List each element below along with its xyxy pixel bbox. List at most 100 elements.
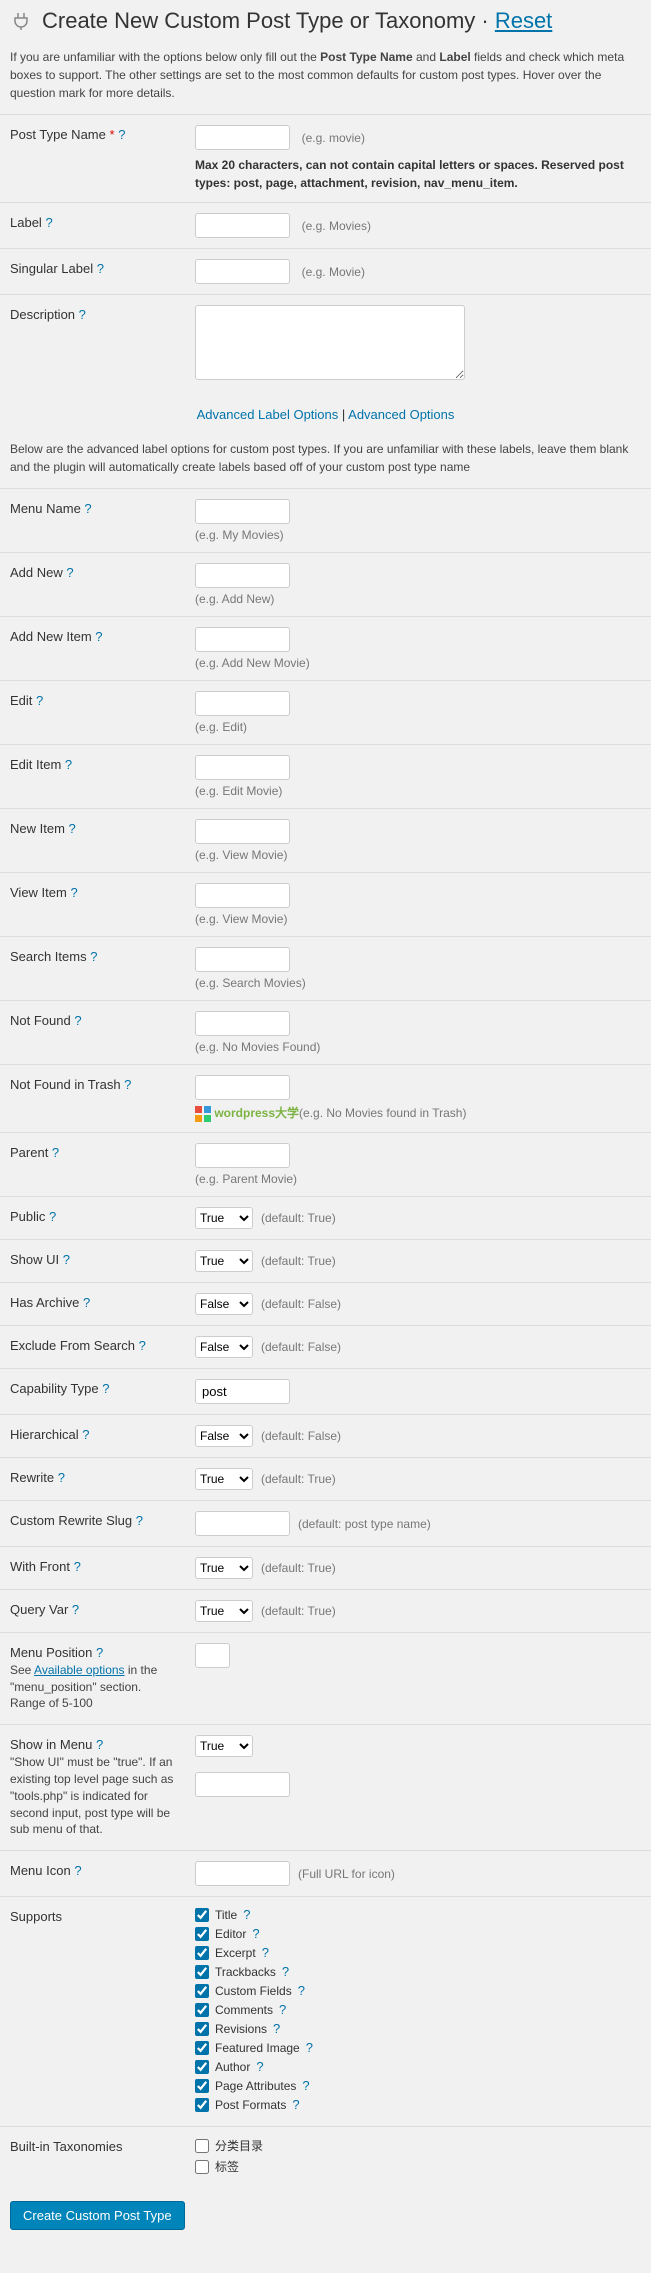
help-icon[interactable]: ? <box>306 2040 313 2055</box>
help-icon[interactable]: ? <box>298 1983 305 1998</box>
custom-rewrite-input[interactable] <box>195 1511 290 1536</box>
adv-options-link[interactable]: Advanced Options <box>348 407 454 422</box>
help-icon[interactable]: ? <box>72 1602 79 1617</box>
help-icon[interactable]: ? <box>74 1559 81 1574</box>
help-icon[interactable]: ? <box>45 215 52 230</box>
help-icon[interactable]: ? <box>69 821 76 836</box>
help-icon[interactable]: ? <box>96 1645 103 1660</box>
support-editor-label: Editor <box>215 1927 246 1941</box>
support-revisions-checkbox[interactable] <box>195 2022 209 2036</box>
adv-label-link[interactable]: Advanced Label Options <box>197 407 339 422</box>
new_item-input[interactable] <box>195 819 290 844</box>
support-post_formats-checkbox[interactable] <box>195 2098 209 2112</box>
menu-position-input[interactable] <box>195 1643 230 1668</box>
help-icon[interactable]: ? <box>124 1077 131 1092</box>
rewrite-select[interactable]: True <box>195 1468 253 1490</box>
add_new_item-label: Add New Item ? <box>0 617 185 681</box>
capability-type-input[interactable] <box>195 1379 290 1404</box>
public-select[interactable]: True <box>195 1207 253 1229</box>
hierarchical-select[interactable]: False <box>195 1425 253 1447</box>
show-in-menu-select[interactable]: True <box>195 1735 253 1757</box>
support-custom_fields-checkbox[interactable] <box>195 1984 209 1998</box>
query-var-select[interactable]: True <box>195 1600 253 1622</box>
help-icon[interactable]: ? <box>74 1863 81 1878</box>
basic-fields-table: Post Type Name * ? (e.g. movie) Max 20 c… <box>0 114 651 393</box>
help-icon[interactable]: ? <box>139 1338 146 1353</box>
help-icon[interactable]: ? <box>97 261 104 276</box>
support-page_attributes-checkbox[interactable] <box>195 2079 209 2093</box>
post-type-name-input[interactable] <box>195 125 290 150</box>
help-icon[interactable]: ? <box>243 1907 250 1922</box>
help-icon[interactable]: ? <box>302 2078 309 2093</box>
support-excerpt-checkbox[interactable] <box>195 1946 209 1960</box>
exclude-search-select[interactable]: False <box>195 1336 253 1358</box>
help-icon[interactable]: ? <box>273 2021 280 2036</box>
support-trackbacks-checkbox[interactable] <box>195 1965 209 1979</box>
support-comments-checkbox[interactable] <box>195 2003 209 2017</box>
edit_item-input[interactable] <box>195 755 290 780</box>
add_new_item-input[interactable] <box>195 627 290 652</box>
description-label: Description ? <box>0 295 185 394</box>
page-title: Create New Custom Post Type or Taxonomy … <box>42 8 552 34</box>
help-icon[interactable]: ? <box>79 307 86 322</box>
label-input[interactable] <box>195 213 290 238</box>
help-icon[interactable]: ? <box>252 1926 259 1941</box>
menu-icon-input[interactable] <box>195 1861 290 1886</box>
support-title-checkbox[interactable] <box>195 1908 209 1922</box>
reset-link[interactable]: Reset <box>495 8 552 33</box>
support-featured_image-checkbox[interactable] <box>195 2041 209 2055</box>
help-icon[interactable]: ? <box>63 1252 70 1267</box>
help-icon[interactable]: ? <box>58 1470 65 1485</box>
show-in-menu-input[interactable] <box>195 1772 290 1797</box>
menu-icon-label: Menu Icon ? <box>0 1851 185 1897</box>
singular-label-input[interactable] <box>195 259 290 284</box>
edit-input[interactable] <box>195 691 290 716</box>
available-options-link[interactable]: Available options <box>34 1663 125 1677</box>
parent-input[interactable] <box>195 1143 290 1168</box>
help-icon[interactable]: ? <box>262 1945 269 1960</box>
support-featured_image-label: Featured Image <box>215 2041 300 2055</box>
support-excerpt-label: Excerpt <box>215 1946 256 1960</box>
with-front-select[interactable]: True <box>195 1557 253 1579</box>
tax-tags-checkbox[interactable] <box>195 2160 209 2174</box>
hint-text: (e.g. Parent Movie) <box>195 1172 641 1186</box>
help-icon[interactable]: ? <box>65 757 72 772</box>
help-icon[interactable]: ? <box>95 629 102 644</box>
help-icon[interactable]: ? <box>36 693 43 708</box>
create-button[interactable]: Create Custom Post Type <box>10 2201 185 2230</box>
description-input[interactable] <box>195 305 465 380</box>
help-icon[interactable]: ? <box>70 885 77 900</box>
help-icon[interactable]: ? <box>83 1295 90 1310</box>
not_found-input[interactable] <box>195 1011 290 1036</box>
hint-text: wordpress大学(e.g. No Movies found in Tras… <box>195 1104 641 1122</box>
help-icon[interactable]: ? <box>82 1427 89 1442</box>
show-ui-select[interactable]: True <box>195 1250 253 1272</box>
singular-label-label: Singular Label ? <box>0 249 185 295</box>
help-icon[interactable]: ? <box>96 1737 103 1752</box>
tax-categories-checkbox[interactable] <box>195 2139 209 2153</box>
support-editor-checkbox[interactable] <box>195 1927 209 1941</box>
help-icon[interactable]: ? <box>102 1381 109 1396</box>
support-author-checkbox[interactable] <box>195 2060 209 2074</box>
has-archive-select[interactable]: False <box>195 1293 253 1315</box>
help-icon[interactable]: ? <box>90 949 97 964</box>
add_new-input[interactable] <box>195 563 290 588</box>
search_items-input[interactable] <box>195 947 290 972</box>
help-icon[interactable]: ? <box>84 501 91 516</box>
help-icon[interactable]: ? <box>292 2097 299 2112</box>
help-icon[interactable]: ? <box>66 565 73 580</box>
supports-label: Supports <box>0 1897 185 2127</box>
help-icon[interactable]: ? <box>256 2059 263 2074</box>
help-icon[interactable]: ? <box>279 2002 286 2017</box>
not_found_trash-input[interactable] <box>195 1075 290 1100</box>
help-icon[interactable]: ? <box>282 1964 289 1979</box>
help-icon[interactable]: ? <box>52 1145 59 1160</box>
menu_name-input[interactable] <box>195 499 290 524</box>
help-icon[interactable]: ? <box>118 127 125 142</box>
view_item-input[interactable] <box>195 883 290 908</box>
menu_name-label: Menu Name ? <box>0 489 185 553</box>
help-icon[interactable]: ? <box>49 1209 56 1224</box>
help-icon[interactable]: ? <box>136 1513 143 1528</box>
support-trackbacks-label: Trackbacks <box>215 1965 276 1979</box>
help-icon[interactable]: ? <box>74 1013 81 1028</box>
